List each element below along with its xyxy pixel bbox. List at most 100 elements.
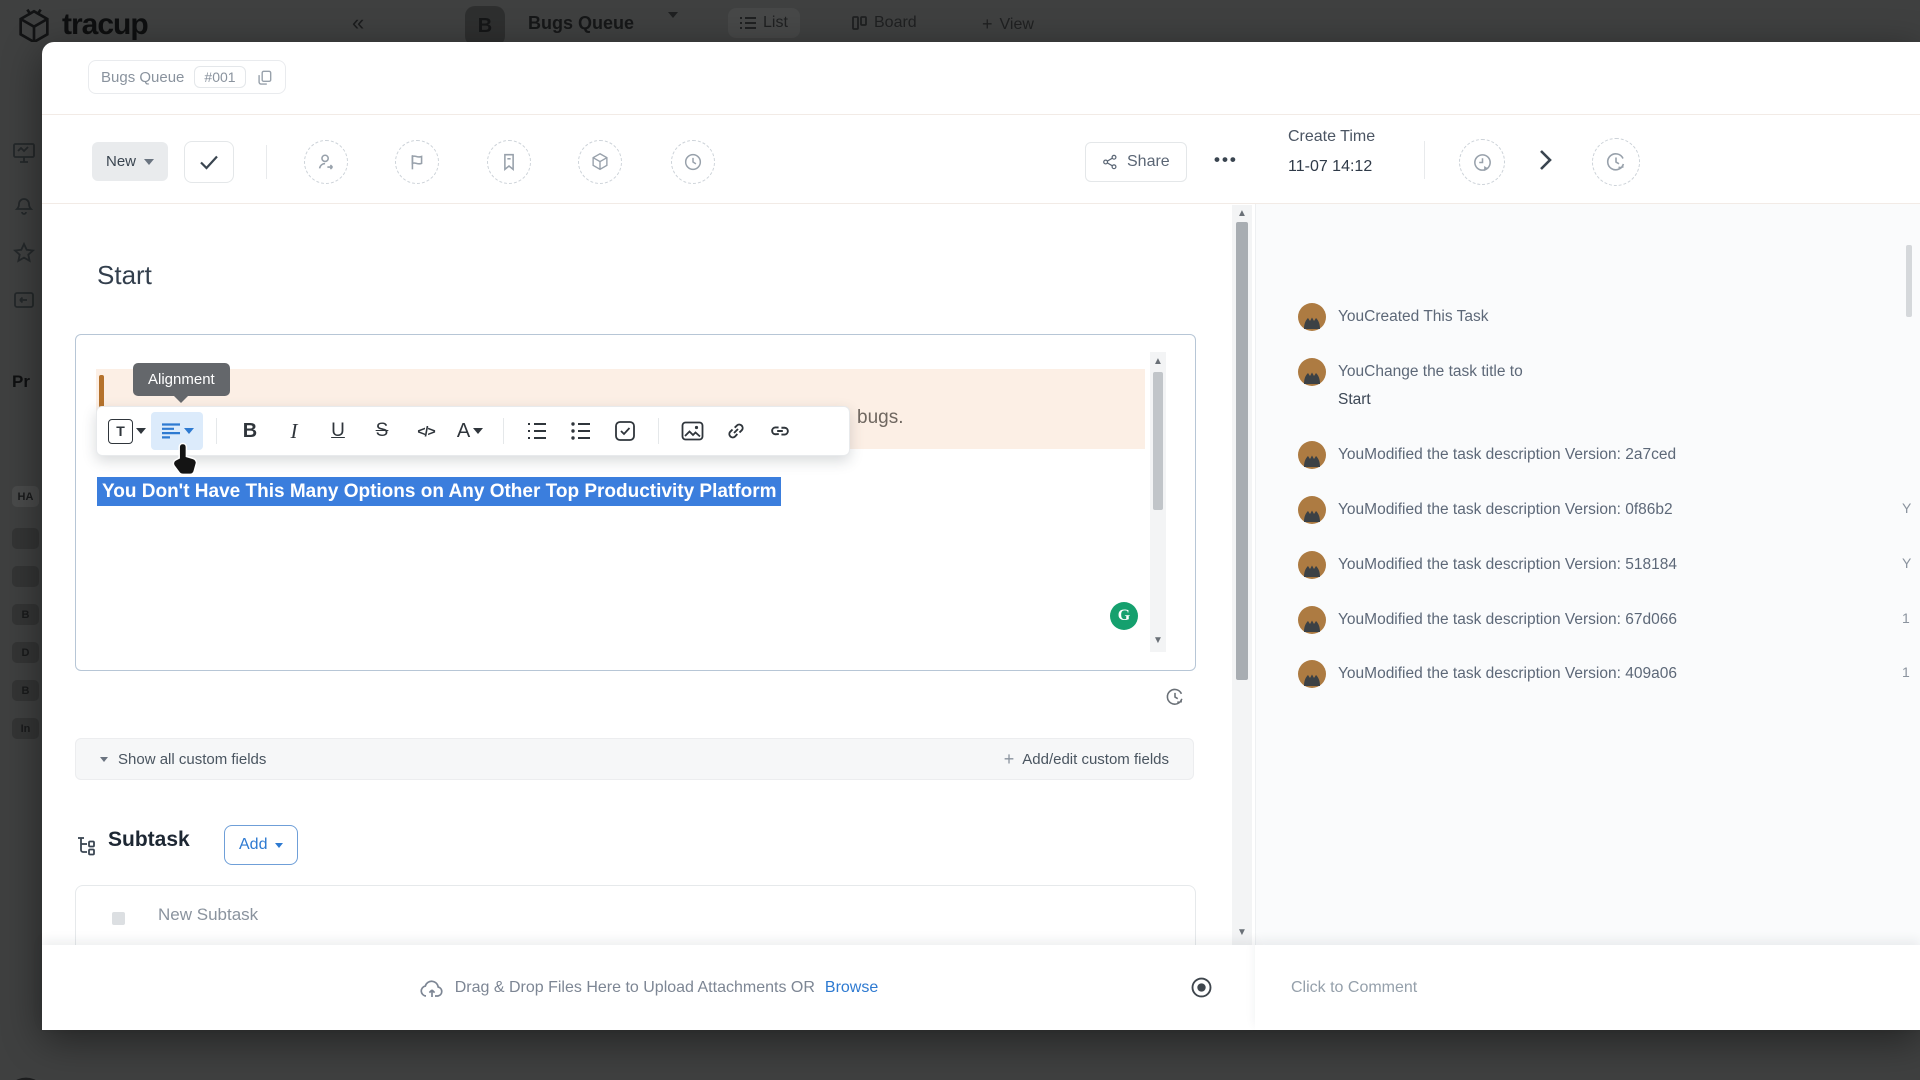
bookmark-icon xyxy=(498,151,520,173)
create-time-value: 11-07 14:12 xyxy=(1288,158,1373,175)
attachment-link-button[interactable] xyxy=(760,412,800,450)
editor-scrollbar-thumb[interactable] xyxy=(1153,372,1163,510)
browse-link[interactable]: Browse xyxy=(825,979,878,997)
caret-down-icon xyxy=(100,756,108,762)
caret-down-icon xyxy=(183,428,194,434)
link-button[interactable] xyxy=(716,412,756,450)
collapse-sidebar-icon[interactable]: « xyxy=(352,10,364,36)
add-subtask-button[interactable]: Add xyxy=(224,825,299,865)
activity-timestamp: 1 xyxy=(1902,610,1910,626)
complete-task-button[interactable] xyxy=(184,141,234,183)
project-badge[interactable]: B xyxy=(12,680,39,701)
code-button[interactable]: </> xyxy=(406,412,446,450)
tracup-logo-text[interactable]: tracup xyxy=(62,8,149,42)
avatar xyxy=(1298,551,1326,579)
share-button[interactable]: Share xyxy=(1085,142,1187,182)
dashboard-icon[interactable] xyxy=(12,142,36,164)
share-icon xyxy=(1102,154,1118,170)
chevron-right-icon[interactable] xyxy=(1534,146,1556,174)
format-toolbar: T B I U S </> A xyxy=(96,406,850,456)
subtask-status-square[interactable] xyxy=(112,912,125,925)
activity-item: YouModified the task description Version… xyxy=(1298,441,1918,469)
project-badge[interactable]: B xyxy=(12,604,39,625)
record-icon[interactable] xyxy=(1190,976,1213,999)
task-title[interactable]: Start xyxy=(97,260,152,291)
project-badge[interactable] xyxy=(12,566,39,587)
toolbar-separator xyxy=(216,418,217,444)
avatar xyxy=(1298,660,1326,688)
bold-button[interactable]: B xyxy=(230,412,270,450)
ordered-list-button[interactable] xyxy=(517,412,557,450)
version-button[interactable] xyxy=(578,140,622,184)
text-style-button[interactable]: T xyxy=(107,412,147,450)
subtask-tree-icon xyxy=(76,833,100,857)
main-scroll-down-arrow[interactable]: ▼ xyxy=(1237,928,1247,938)
show-custom-fields-button[interactable]: Show all custom fields xyxy=(100,751,266,768)
project-chip[interactable]: B xyxy=(465,6,505,42)
add-custom-fields-button[interactable]: + Add/edit custom fields xyxy=(1004,749,1169,770)
cloud-upload-icon xyxy=(419,977,445,999)
left-sidebar: Pr HA B D B In xyxy=(0,42,42,1080)
top-bar: tracup « B Bugs Queue List Board + View xyxy=(0,0,1920,42)
activity-item: YouModified the task description Version… xyxy=(1298,496,1918,524)
project-badge[interactable]: HA xyxy=(12,486,39,507)
plus-icon: + xyxy=(1003,748,1015,769)
priority-button[interactable] xyxy=(395,140,439,184)
main-scrollbar-thumb[interactable] xyxy=(1236,222,1248,680)
toolbar-divider xyxy=(266,145,267,179)
selected-text[interactable]: You Don't Have This Many Options on Any … xyxy=(97,477,782,506)
bullet-list-button[interactable] xyxy=(561,412,601,450)
tracup-logo-icon xyxy=(14,6,54,42)
activity-history-button[interactable] xyxy=(1592,138,1640,186)
drag-drop-text: Drag & Drop Files Here to Upload Attachm… xyxy=(454,978,815,996)
avatar xyxy=(1298,303,1326,331)
tab-list[interactable]: List xyxy=(728,8,800,38)
font-color-button[interactable]: A xyxy=(450,412,490,450)
clock-pause-icon xyxy=(1604,150,1628,174)
avatar xyxy=(1298,606,1326,634)
project-name[interactable]: Bugs Queue xyxy=(528,13,634,34)
status-caret-icon xyxy=(144,158,155,165)
attachment-drop-zone[interactable]: Drag & Drop Files Here to Upload Attachm… xyxy=(42,945,1255,1030)
editor-scroll-up-arrow[interactable]: ▲ xyxy=(1153,357,1163,367)
underline-button[interactable]: U xyxy=(318,412,358,450)
project-badge[interactable]: In xyxy=(12,718,39,739)
archive-folder-icon[interactable] xyxy=(13,290,35,310)
tag-button[interactable] xyxy=(487,140,531,184)
time-tracking-button[interactable] xyxy=(1459,139,1505,185)
more-options-button[interactable]: ••• xyxy=(1214,150,1238,170)
main-scroll-up-arrow[interactable]: ▲ xyxy=(1237,209,1247,219)
insert-image-button[interactable] xyxy=(672,412,712,450)
activity-item: YouModified the task description Version… xyxy=(1298,606,1918,634)
checkbox-button[interactable] xyxy=(605,412,645,450)
new-subtask-input[interactable]: New Subtask xyxy=(158,905,258,925)
tab-add-view[interactable]: + View xyxy=(982,14,1034,35)
strikethrough-button[interactable]: S xyxy=(362,412,402,450)
activity-item: YouChange the task title to Start xyxy=(1298,358,1918,414)
italic-button[interactable]: I xyxy=(274,412,314,450)
project-badge[interactable]: D xyxy=(12,642,39,663)
header-divider xyxy=(42,114,1920,115)
status-new-button[interactable]: New xyxy=(92,142,169,181)
description-history-icon[interactable] xyxy=(1164,686,1186,708)
editor-scroll-down-arrow[interactable]: ▼ xyxy=(1153,636,1163,646)
favorites-star-icon[interactable] xyxy=(13,242,35,264)
copy-link-icon[interactable] xyxy=(256,69,273,86)
comment-bar[interactable]: Click to Comment xyxy=(1255,945,1920,1030)
grammarly-badge[interactable]: G xyxy=(1110,602,1138,630)
breadcrumb-list-name[interactable]: Bugs Queue xyxy=(101,69,184,86)
project-badge[interactable] xyxy=(12,528,39,549)
notifications-bell-icon[interactable] xyxy=(13,194,35,216)
mouse-hand-cursor xyxy=(172,442,202,478)
toolbar-separator xyxy=(658,418,659,444)
task-id-chip[interactable]: #001 xyxy=(194,66,246,88)
alignment-tooltip: Alignment xyxy=(133,363,230,403)
custom-fields-bar: Show all custom fields + Add/edit custom… xyxy=(75,738,1194,780)
assignee-button[interactable] xyxy=(304,140,348,184)
app-frame: tracup « B Bugs Queue List Board + View xyxy=(0,0,1920,1080)
tab-board[interactable]: Board xyxy=(852,14,917,32)
comment-input[interactable]: Click to Comment xyxy=(1291,979,1417,997)
due-date-button[interactable] xyxy=(671,140,715,184)
project-caret-icon[interactable] xyxy=(668,12,678,36)
pane-divider xyxy=(1255,204,1256,1030)
